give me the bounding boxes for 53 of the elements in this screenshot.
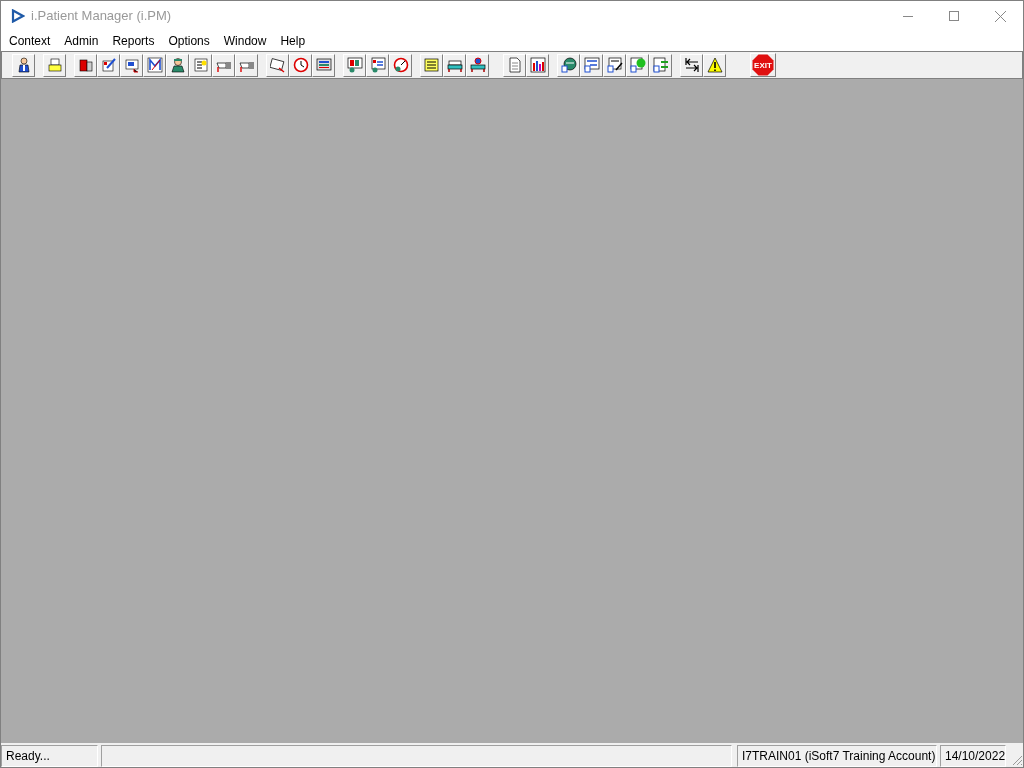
status-pane: Ready... — [1, 745, 98, 767]
toolbar-button[interactable] — [526, 53, 549, 77]
form-icon — [629, 57, 646, 73]
form-icon — [369, 57, 386, 73]
note-icon — [423, 57, 440, 73]
gauge-icon — [392, 57, 409, 73]
menu-item[interactable]: Admin — [57, 31, 106, 51]
letter-m-icon — [146, 57, 163, 73]
person-icon — [15, 57, 32, 73]
menu-item[interactable]: Reports — [105, 31, 162, 51]
toolbar-button[interactable] — [703, 53, 726, 77]
bar-chart-icon — [529, 57, 546, 73]
toolbar-button[interactable] — [143, 53, 166, 77]
menu-item[interactable]: Window — [216, 31, 274, 51]
nurse-icon — [169, 57, 186, 73]
document-icon — [123, 57, 140, 73]
bed-icon — [469, 57, 486, 73]
toolbar-button[interactable] — [466, 53, 489, 77]
toolbar-button[interactable] — [312, 53, 335, 77]
menu-item[interactable]: Options — [161, 31, 217, 51]
minimize-icon — [903, 15, 913, 17]
form-icon — [606, 57, 623, 73]
monitor-icon — [346, 57, 363, 73]
bed-icon — [446, 57, 463, 73]
clock-icon — [292, 57, 309, 73]
status-pane: 14/10/2022 — [940, 745, 1006, 767]
maximize-icon — [949, 11, 959, 21]
toolbar-button[interactable] — [120, 53, 143, 77]
toolbar-button[interactable] — [603, 53, 626, 77]
swap-arrows-icon — [683, 57, 700, 73]
toolbar-button[interactable] — [166, 53, 189, 77]
toolbar-button[interactable] — [12, 53, 35, 77]
form-icon — [583, 57, 600, 73]
toolbar-button[interactable] — [557, 53, 580, 77]
toolbar-button[interactable] — [680, 53, 703, 77]
menu-item[interactable]: Context — [2, 31, 58, 51]
document-icon — [506, 57, 523, 73]
menu-item[interactable]: Help — [273, 31, 313, 51]
printer-icon — [46, 57, 63, 73]
note-icon — [192, 57, 209, 73]
toolbar-button[interactable] — [74, 53, 97, 77]
warning-icon — [706, 57, 723, 73]
monitor-icon — [315, 57, 332, 73]
window-title: i.Patient Manager (i.PM) — [31, 7, 172, 26]
close-icon — [994, 10, 1006, 22]
book-icon — [77, 57, 94, 73]
toolbar-button[interactable] — [266, 53, 289, 77]
app-logo-icon — [11, 9, 25, 23]
toolbar-button[interactable]: EXIT — [750, 53, 776, 77]
toolbar-button[interactable] — [97, 53, 120, 77]
notepad-icon — [100, 57, 117, 73]
status-pane: I7TRAIN01 (iSoft7 Training Account) — [737, 745, 937, 767]
form-icon — [652, 57, 669, 73]
